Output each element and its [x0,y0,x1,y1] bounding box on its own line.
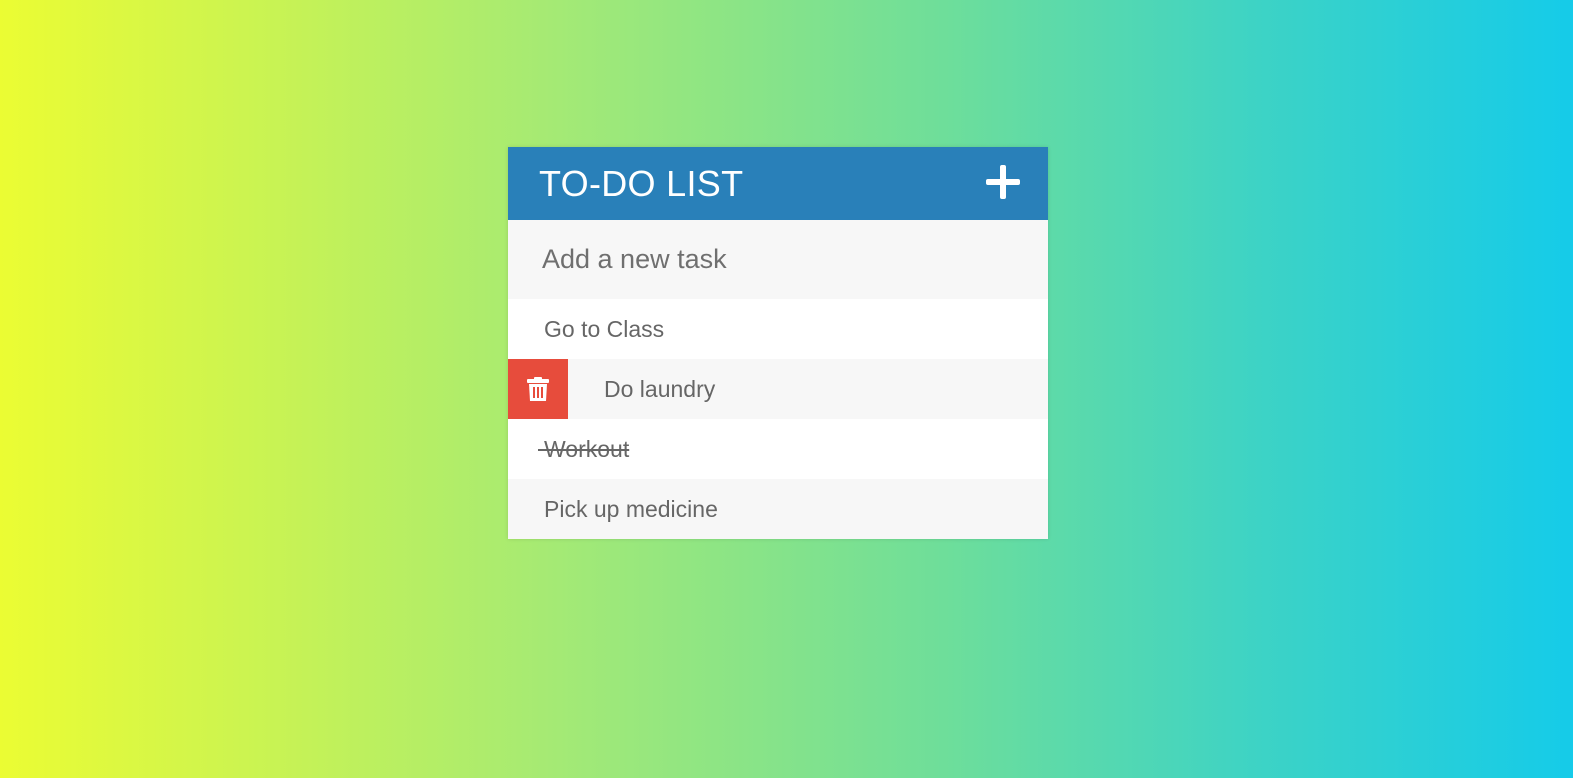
plus-icon[interactable] [986,164,1020,199]
list-item[interactable]: Pick up medicine [508,479,1048,539]
trash-icon [527,377,549,401]
task-label: Go to Class [544,315,665,342]
task-label: Pick up medicine [544,495,718,522]
task-list: Go to Class Do laundry Workout Pick up m… [508,299,1048,539]
task-label: Workout [544,435,630,462]
new-task-row [508,220,1048,299]
new-task-input[interactable] [542,244,1048,275]
list-item[interactable]: Workout [508,419,1048,479]
delete-button[interactable] [508,359,568,419]
page-title: TO-DO LIST [539,162,744,204]
task-label: Do laundry [604,375,716,402]
todo-card: TO-DO LIST Go to Class [508,147,1048,539]
list-item[interactable]: Go to Class [508,299,1048,359]
todo-header: TO-DO LIST [508,147,1048,220]
list-item[interactable]: Do laundry [508,359,1048,419]
strike-mark [538,449,546,451]
